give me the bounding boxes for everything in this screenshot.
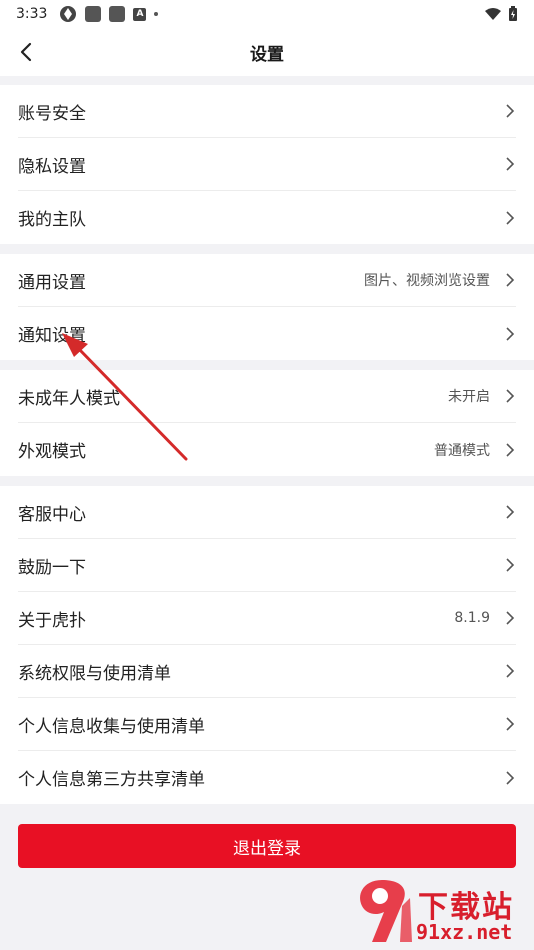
chevron-right-icon	[504, 663, 516, 679]
settings-item-privacy[interactable]: 隐私设置	[18, 138, 516, 191]
chevron-right-icon	[504, 770, 516, 786]
settings-item-personal-info-collection[interactable]: 个人信息收集与使用清单	[18, 698, 516, 751]
settings-item-label: 鼓励一下	[18, 557, 86, 578]
chevron-left-icon	[20, 42, 32, 62]
notification-square-icon	[109, 6, 126, 22]
battery-icon	[509, 6, 517, 21]
status-bar: 3:33 A	[0, 0, 534, 28]
chevron-right-icon	[504, 326, 516, 342]
chevron-right-icon	[504, 272, 516, 288]
notification-square-icon	[85, 6, 102, 22]
chevron-right-icon	[504, 442, 516, 458]
settings-item-appearance[interactable]: 外观模式 普通模式	[18, 423, 516, 476]
settings-item-encourage[interactable]: 鼓励一下	[18, 539, 516, 592]
settings-item-notifications[interactable]: 通知设置	[18, 307, 516, 360]
settings-item-label: 通用设置	[18, 272, 86, 293]
settings-item-account-security[interactable]: 账号安全	[18, 85, 516, 138]
chevron-right-icon	[504, 504, 516, 520]
watermark-url: 91xz.net	[416, 920, 513, 944]
settings-item-system-permissions[interactable]: 系统权限与使用清单	[18, 645, 516, 698]
navigation-header: 设置	[0, 28, 534, 76]
more-notifications-dot-icon	[154, 12, 159, 16]
settings-item-label: 外观模式	[18, 442, 86, 462]
settings-item-minor-mode[interactable]: 未成年人模式 未开启	[18, 370, 516, 423]
settings-item-customer-service[interactable]: 客服中心	[18, 486, 516, 539]
settings-group-modes: 未成年人模式 未开启 外观模式 普通模式	[0, 370, 534, 476]
app-version: 8.1.9	[454, 610, 490, 626]
site-watermark: 下载站 91xz.net	[352, 876, 528, 948]
settings-item-label: 客服中心	[18, 504, 86, 525]
status-time: 3:33	[16, 6, 48, 22]
chevron-right-icon	[504, 156, 516, 172]
settings-item-about[interactable]: 关于虎扑 8.1.9	[18, 592, 516, 645]
chevron-right-icon	[504, 210, 516, 226]
settings-group-account: 账号安全 隐私设置 我的主队	[0, 85, 534, 244]
settings-item-label: 系统权限与使用清单	[18, 663, 171, 684]
settings-item-label: 我的主队	[18, 210, 86, 230]
wifi-icon	[485, 8, 501, 20]
chevron-right-icon	[504, 103, 516, 119]
settings-item-value: 图片、视频浏览设置	[364, 273, 490, 289]
settings-item-home-team[interactable]: 我的主队	[18, 191, 516, 244]
settings-item-third-party-sharing[interactable]: 个人信息第三方共享清单	[18, 751, 516, 804]
settings-item-label: 个人信息收集与使用清单	[18, 716, 205, 737]
status-notification-icons: A	[59, 5, 159, 23]
chevron-right-icon	[504, 388, 516, 404]
notification-letter-icon: A	[133, 7, 147, 21]
settings-item-label: 关于虎扑	[18, 610, 86, 631]
settings-item-label: 个人信息第三方共享清单	[18, 770, 205, 790]
chevron-right-icon	[504, 716, 516, 732]
settings-item-general[interactable]: 通用设置 图片、视频浏览设置	[18, 254, 516, 307]
settings-item-label: 通知设置	[18, 326, 86, 346]
chevron-right-icon	[504, 610, 516, 626]
settings-item-label: 未成年人模式	[18, 388, 120, 409]
watermark-logo-icon	[360, 880, 412, 942]
page-title: 设置	[250, 44, 284, 65]
settings-item-value: 普通模式	[434, 442, 490, 459]
back-button[interactable]	[12, 38, 40, 66]
settings-item-value: 未开启	[448, 389, 490, 405]
settings-item-label: 账号安全	[18, 103, 86, 124]
settings-group-general: 通用设置 图片、视频浏览设置 通知设置	[0, 254, 534, 360]
settings-group-about: 客服中心 鼓励一下 关于虎扑 8.1.9 系统权限与使用清单 个人信息收集与使用…	[0, 486, 534, 804]
logout-button[interactable]: 退出登录	[18, 824, 516, 868]
settings-item-label: 隐私设置	[18, 156, 86, 177]
app-notification-icon	[60, 6, 77, 22]
chevron-right-icon	[504, 557, 516, 573]
